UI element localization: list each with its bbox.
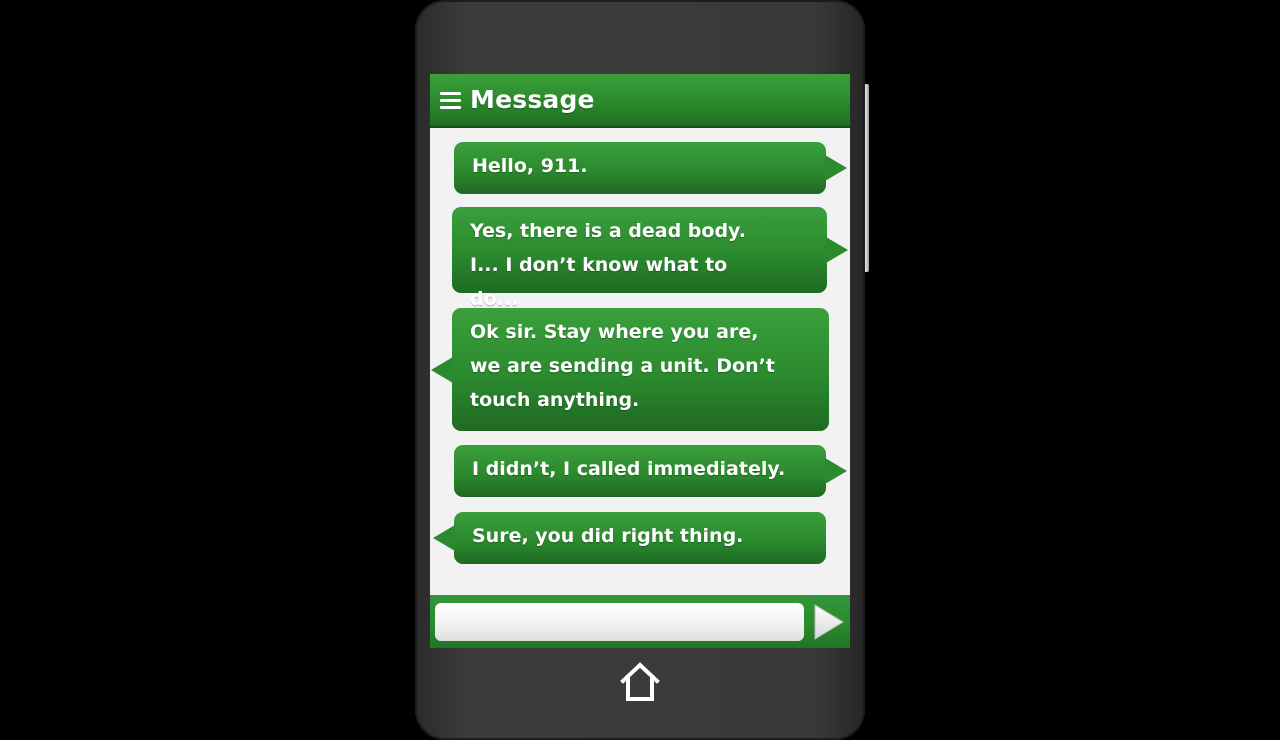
hamburger-menu-icon[interactable] xyxy=(440,92,461,109)
message-composer xyxy=(430,595,850,648)
phone-side-button xyxy=(865,84,869,272)
send-button[interactable] xyxy=(813,604,845,640)
app-header: Message xyxy=(430,74,850,128)
message-text: Yes, there is a dead body. I... I don’t … xyxy=(470,220,746,310)
home-icon xyxy=(620,662,660,701)
message-text: I didn’t, I called immediately. xyxy=(472,458,786,480)
message-bubble-outgoing: Yes, there is a dead body. I... I don’t … xyxy=(452,207,848,310)
message-text: Sure, you did right thing. xyxy=(472,525,744,547)
message-bubble-incoming: Sure, you did right thing. xyxy=(433,512,826,564)
page-title: Message xyxy=(470,85,595,114)
message-bubble-outgoing: Hello, 911. xyxy=(454,142,847,194)
message-bubble-outgoing: I didn’t, I called immediately. xyxy=(454,445,847,497)
message-bubble-incoming: Ok sir. Stay where you are, we are sendi… xyxy=(431,308,829,431)
send-arrow-icon xyxy=(814,604,844,640)
message-text: Hello, 911. xyxy=(472,155,588,177)
phone-screen: Message Hello, 911. Yes, there is a dead… xyxy=(430,74,850,648)
message-text: Ok sir. Stay where you are, we are sendi… xyxy=(470,321,775,411)
home-button[interactable] xyxy=(617,660,663,704)
message-input[interactable] xyxy=(435,603,804,641)
